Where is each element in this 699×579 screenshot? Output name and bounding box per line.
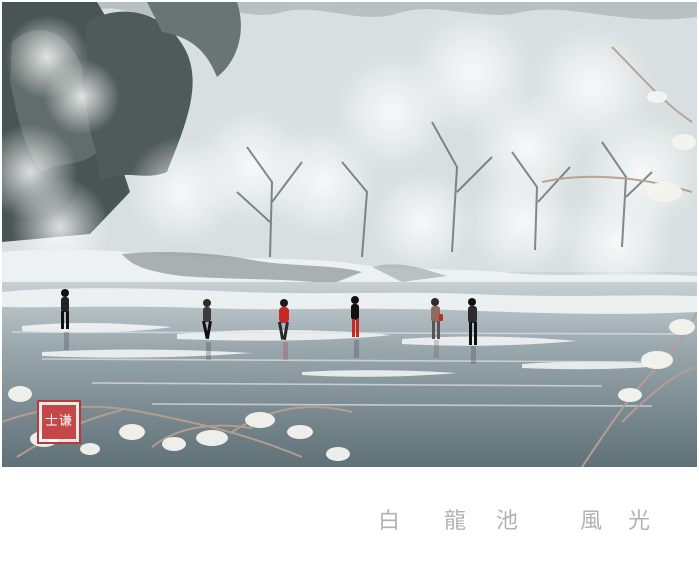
snowy-lake-scene: [2, 2, 697, 467]
caption-char-3: 池: [496, 509, 519, 534]
red-seal-stamp: 士谦: [37, 400, 81, 444]
page: 士谦 白 龍 池 風 光: [0, 0, 699, 579]
caption-char-2: 龍: [444, 509, 467, 534]
caption-char-1: 白: [378, 509, 401, 534]
person-4: [351, 296, 359, 337]
seal-stamp-text: 士谦: [42, 405, 76, 439]
poetic-caption: 白 龍 池 風 光: [378, 503, 668, 535]
caption-char-5: 光: [628, 509, 651, 534]
landscape-photo: [2, 2, 697, 467]
caption-char-4: 風: [580, 509, 603, 534]
